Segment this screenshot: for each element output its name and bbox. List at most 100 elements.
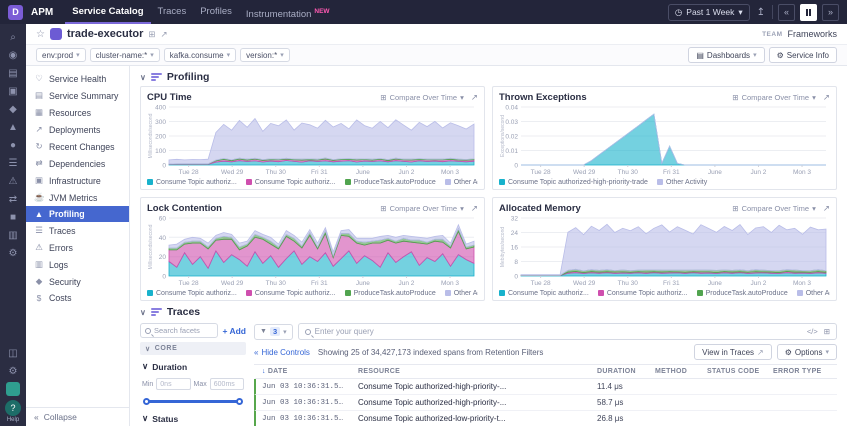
tab-service-catalog[interactable]: Service Catalog [65, 0, 150, 24]
service-info-button[interactable]: ⚙Service Info [769, 47, 837, 63]
query-input[interactable]: Enter your query </> ⊞ [298, 323, 837, 340]
alerts-icon[interactable]: ⚠ [0, 172, 26, 190]
view-in-traces-button[interactable]: View in Traces↗ [694, 344, 772, 360]
facet-group-core[interactable]: ∨ CORE [140, 342, 246, 355]
legend-item[interactable]: Consume Topic authoriz... [499, 290, 589, 297]
sidebar-item-deployments[interactable]: ↗Deployments [26, 121, 129, 138]
apm-icon[interactable]: ▲ [0, 118, 26, 136]
sidebar-item-errors[interactable]: ⚠Errors [26, 239, 129, 256]
legend-item[interactable]: Consume Topic authorized-high-priority-t… [499, 179, 648, 186]
filter-pill-env-prod[interactable]: env:prod▾ [36, 48, 86, 62]
tab-traces[interactable]: Traces [151, 0, 194, 24]
column-header-status-code[interactable]: STATUS CODE [701, 368, 767, 375]
hide-controls-button[interactable]: «Hide Controls [254, 348, 310, 357]
expand-chart-icon[interactable]: ↗ [471, 92, 478, 103]
legend-item[interactable]: Consume Topic authoriz... [147, 290, 237, 297]
span-row[interactable]: Jun 03 10:36:31.559Consume Topic authori… [254, 395, 837, 411]
code-icon[interactable]: </> [807, 327, 818, 336]
sidebar-item-resources[interactable]: ▦Resources [26, 104, 129, 121]
monitors-icon[interactable]: ◆ [0, 100, 26, 118]
compare-over-time-button[interactable]: ⊞Compare Over Time▾ [732, 204, 816, 213]
time-range-picker[interactable]: ◷ Past 1 Week ▾ [668, 4, 750, 21]
expand-chart-icon[interactable]: ↗ [471, 203, 478, 214]
chart-plot[interactable]: 0100200300400Tue 28Wed 29Thu 30Fri 31Jun… [147, 104, 478, 176]
notebooks-icon[interactable]: ◫ [0, 344, 26, 362]
open-icon[interactable]: ↗ [161, 29, 168, 40]
search-icon[interactable]: ⌕ [0, 28, 26, 46]
team-value[interactable]: Frameworks [787, 29, 837, 39]
sidebar-item-logs[interactable]: ▥Logs [26, 256, 129, 273]
legend-item[interactable]: ProduceTask.autoProduce [345, 179, 436, 186]
sidebar-item-costs[interactable]: $Costs [26, 290, 129, 306]
chart-plot[interactable]: 0204060Tue 28Wed 29Thu 30Fri 31JuneJun 2… [147, 215, 478, 287]
compare-over-time-button[interactable]: ⊞Compare Over Time▾ [732, 93, 816, 102]
legend-item[interactable]: Consume Topic authoriz... [598, 290, 688, 297]
duration-slider[interactable] [140, 396, 246, 407]
favorite-star-icon[interactable]: ☆ [36, 29, 45, 40]
infrastructure-icon[interactable]: ▣ [0, 82, 26, 100]
datadog-logo[interactable]: D [8, 5, 23, 20]
column-header-resource[interactable]: RESOURCE [352, 368, 591, 375]
dashboards-button[interactable]: ▤Dashboards▾ [688, 47, 764, 63]
compare-over-time-button[interactable]: ⊞Compare Over Time▾ [380, 204, 464, 213]
pause-button[interactable] [800, 4, 817, 21]
user-avatar[interactable] [6, 382, 20, 396]
skip-forward-button[interactable]: » [822, 4, 839, 21]
export-icon[interactable]: ↥ [755, 7, 767, 18]
add-facet-button[interactable]: + Add [222, 326, 246, 336]
legend-item[interactable]: Other Activity [445, 179, 478, 186]
ci-cd-icon[interactable]: ⇄ [0, 190, 26, 208]
sidebar-item-infrastructure[interactable]: ▣Infrastructure [26, 172, 129, 189]
synthetics-icon[interactable]: ▥ [0, 226, 26, 244]
sidebar-item-service-summary[interactable]: ▤Service Summary [26, 87, 129, 104]
collapse-nav-button[interactable]: «Collapse [26, 407, 129, 426]
legend-item[interactable]: Consume Topic authoriz... [147, 179, 237, 186]
max-input[interactable]: 600ms [210, 378, 244, 390]
legend-item[interactable]: Consume Topic authoriz... [246, 290, 336, 297]
facet-status[interactable]: ∨ Status [140, 411, 246, 424]
tab-profiles[interactable]: Profiles [193, 0, 239, 24]
filter-pill-version-[interactable]: version:*▾ [240, 48, 290, 62]
legend-item[interactable]: Consume Topic authoriz... [246, 179, 336, 186]
chart-plot[interactable]: 08162432Tue 28Wed 29Thu 30Fri 31JuneJun … [499, 215, 830, 287]
span-row[interactable]: Jun 03 10:36:31.552Consume Topic authori… [254, 379, 837, 395]
settings-icon[interactable]: ⚙ [0, 244, 26, 262]
legend-item[interactable]: Other Activity [797, 290, 830, 297]
help-button[interactable]: ? [5, 400, 21, 416]
compare-over-time-button[interactable]: ⊞Compare Over Time▾ [380, 93, 464, 102]
security-icon[interactable]: ■ [0, 208, 26, 226]
sidebar-item-profiling[interactable]: ▲Profiling [26, 206, 129, 222]
filter-pill-kafka-consume[interactable]: kafka.consume▾ [164, 48, 236, 62]
filter-pill-cluster-name-[interactable]: cluster-name:*▾ [90, 48, 160, 62]
dashboards-icon[interactable]: ▤ [0, 64, 26, 82]
legend-item[interactable]: Other Activity [445, 290, 478, 297]
options-button[interactable]: ⚙Options▾ [777, 344, 837, 360]
tab-instrumentation[interactable]: InstrumentationNEW [239, 0, 337, 24]
column-header-method[interactable]: METHOD [649, 368, 701, 375]
column-header-duration[interactable]: DURATION [591, 368, 649, 375]
logs-icon[interactable]: ☰ [0, 154, 26, 172]
expand-chart-icon[interactable]: ↗ [823, 92, 830, 103]
slider-knob-min[interactable] [143, 398, 150, 405]
sidebar-item-jvm-metrics[interactable]: ☕JVM Metrics [26, 189, 129, 206]
collapse-section-icon[interactable]: ∨ [140, 73, 146, 82]
metrics-icon[interactable]: ● [0, 136, 26, 154]
facet-duration[interactable]: ∨ Duration [140, 359, 246, 372]
copy-icon[interactable]: ⊞ [824, 327, 830, 336]
expand-chart-icon[interactable]: ↗ [823, 203, 830, 214]
legend-item[interactable]: Other Activity [657, 179, 707, 186]
filters-chip[interactable]: ▼ 3 ▾ [254, 324, 293, 340]
skip-back-button[interactable]: « [778, 4, 795, 21]
sidebar-item-dependencies[interactable]: ⇄Dependencies [26, 155, 129, 172]
sidebar-item-service-health[interactable]: ♡Service Health [26, 70, 129, 87]
sidebar-item-recent-changes[interactable]: ↻Recent Changes [26, 138, 129, 155]
watchdog-icon[interactable]: ◉ [0, 46, 26, 64]
org-settings-icon[interactable]: ⚙ [0, 362, 26, 380]
collapse-section-icon[interactable]: ∨ [140, 308, 146, 317]
chart-plot[interactable]: 00.010.020.030.04Tue 28Wed 29Thu 30Fri 3… [499, 104, 830, 176]
search-facets-input[interactable]: Search facets [140, 323, 218, 338]
column-header-date[interactable]: ↓DATE [256, 368, 352, 375]
legend-item[interactable]: ProduceTask.autoProduce [345, 290, 436, 297]
min-input[interactable]: 0ns [156, 378, 190, 390]
sidebar-item-security[interactable]: ◆Security [26, 273, 129, 290]
